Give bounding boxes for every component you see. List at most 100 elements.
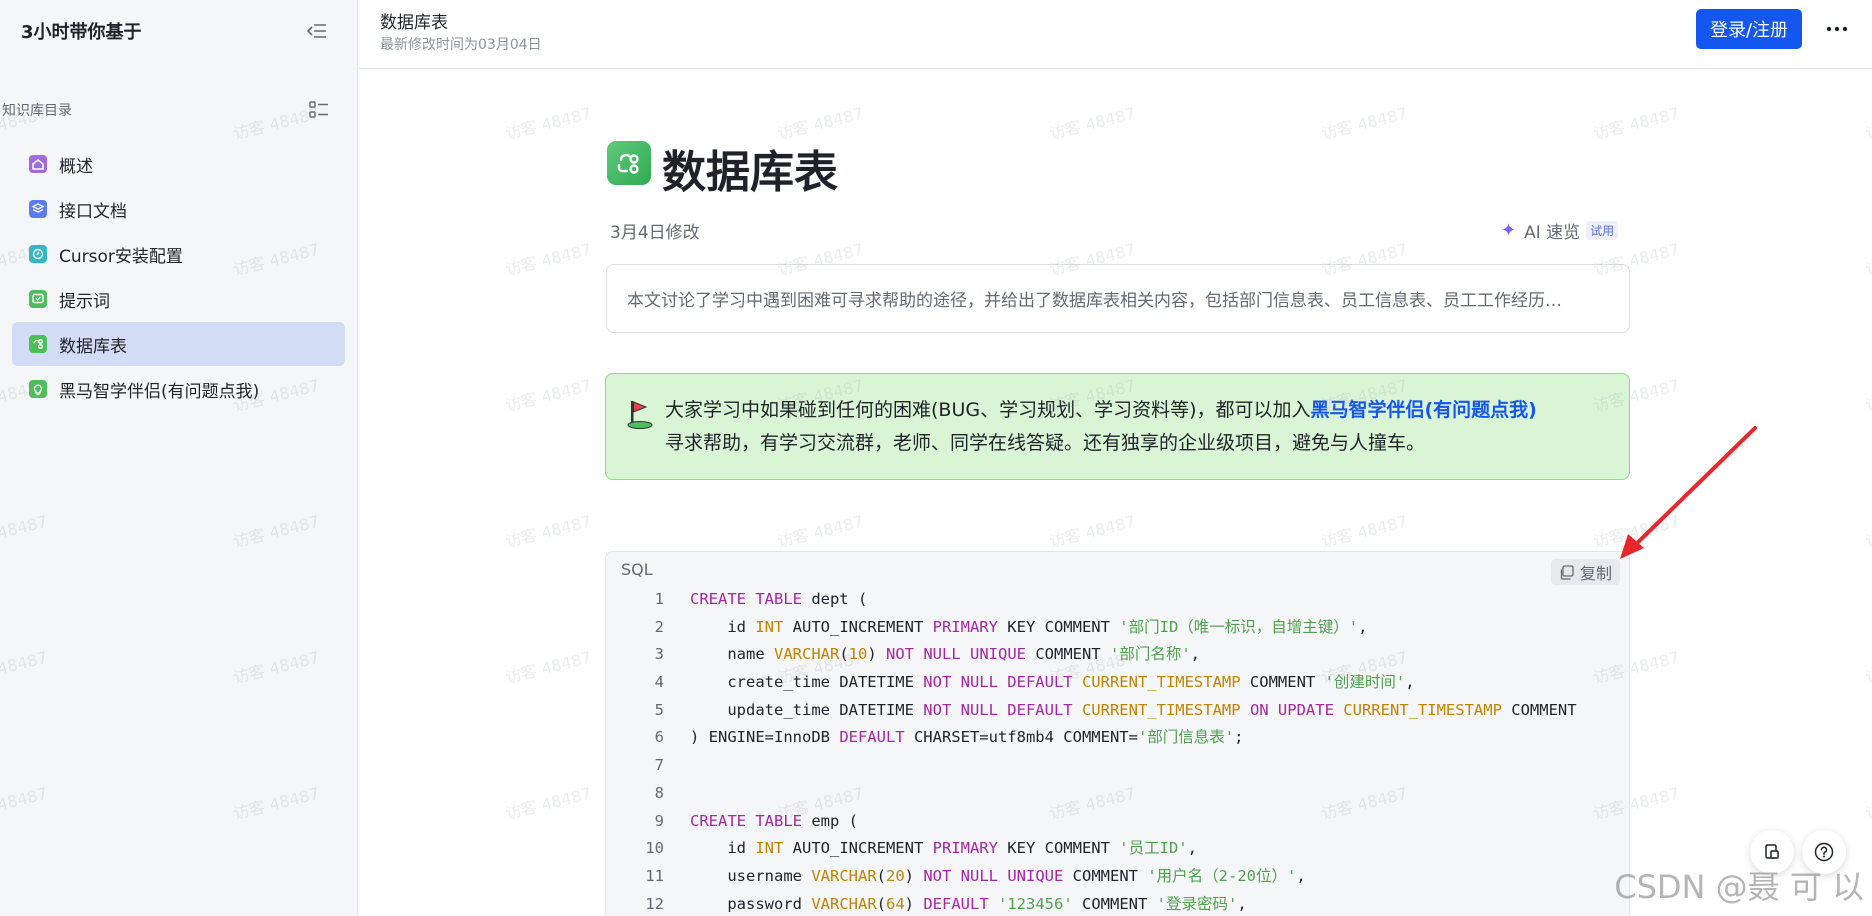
code-token: (	[839, 645, 849, 664]
copy-label: 复制	[1579, 564, 1612, 583]
line-number: 9	[654, 811, 664, 830]
code-line: 8	[606, 780, 1605, 808]
summary-text: 本文讨论了学习中遇到困难可寻求帮助的途径，并给出了数据库表相关内容，包括部门信息…	[627, 291, 1562, 311]
code-token: NOT NULL DEFAULT	[923, 700, 1073, 719]
share-doc-icon	[29, 335, 47, 353]
code-token: '123456'	[998, 894, 1073, 913]
sidebar-item-label: 接口文档	[59, 201, 127, 222]
code-token: (	[876, 866, 886, 885]
code-line: 2 id INT AUTO_INCREMENT PRIMARY KEY COMM…	[606, 614, 1605, 642]
code-text: CREATE TABLE emp (	[664, 808, 858, 836]
visitor-watermark: 访客 48487	[1591, 103, 1682, 144]
code-text: CREATE TABLE dept (	[664, 586, 867, 614]
line-number: 2	[654, 617, 664, 636]
knowledge-base-title: 3小时带你基于	[21, 22, 142, 43]
collapse-sidebar-icon[interactable]	[305, 19, 329, 43]
code-token: INT	[755, 839, 784, 858]
code-token: emp (	[801, 811, 858, 830]
code-token: '用户名（2-20位）'	[1147, 866, 1297, 885]
visitor-watermark: 访客 48487	[1047, 511, 1138, 552]
top-bar: 数据库表 最新修改时间为03月04日 登录/注册	[359, 0, 1872, 69]
modified-date: 3月4日修改	[610, 223, 700, 243]
doc-breadcrumb-title: 数据库表	[380, 13, 448, 33]
more-options-icon[interactable]	[1822, 14, 1852, 44]
code-line: 9 CREATE TABLE emp (	[606, 808, 1605, 836]
code-text: id INT AUTO_INCREMENT PRIMARY KEY COMMEN…	[664, 835, 1197, 863]
code-token: username	[690, 866, 812, 885]
callout-text-2: 寻求帮助，有学习交流群，老师、同学在线答疑。还有独享的企业级项目，避免与人撞车。	[665, 432, 1426, 454]
ai-quick-read-button[interactable]: ✦ AI 速览 试用	[1501, 218, 1619, 243]
sidebar-section-header: 知识库目录	[0, 62, 357, 136]
visitor-watermark: 访客 48487	[1863, 240, 1872, 280]
line-number: 6	[654, 728, 664, 747]
code-token: PRIMARY	[932, 839, 998, 858]
code-token: COMMENT	[1072, 894, 1157, 913]
code-token: id	[690, 839, 756, 858]
code-token: DEFAULT	[923, 894, 989, 913]
code-token: ,	[1358, 617, 1368, 636]
sidebar-header: 3小时带你基于	[0, 0, 357, 62]
code-token: VARCHAR	[811, 894, 877, 913]
code-token: ,	[1405, 673, 1415, 692]
line-number: 1	[654, 590, 664, 608]
code-text: id INT AUTO_INCREMENT PRIMARY KEY COMMEN…	[664, 614, 1367, 642]
code-token: KEY COMMENT	[997, 617, 1120, 636]
compass-doc-icon	[29, 245, 47, 263]
red-arrow-annotation	[1620, 426, 1757, 559]
code-token: ,	[1296, 866, 1306, 885]
visitor-watermark: 访客 48487	[1863, 784, 1872, 824]
visitor-watermark: 访客 48487	[1863, 104, 1872, 144]
layers-doc-icon	[29, 200, 47, 218]
sidebar-item-label: 概述	[59, 156, 93, 177]
sidebar-item[interactable]: 接口文档	[12, 187, 345, 231]
code-token: COMMENT	[1240, 673, 1325, 692]
code-token: CHARSET=utf8mb4 COMMENT=	[904, 728, 1138, 747]
ai-summary-box[interactable]: 本文讨论了学习中遇到困难可寻求帮助的途径，并给出了数据库表相关内容，包括部门信息…	[606, 264, 1630, 333]
code-token: password	[690, 894, 812, 913]
visitor-watermark: 访客 48487	[1319, 103, 1410, 144]
visitor-watermark: 访客 48487	[503, 103, 594, 144]
visitor-watermark: 访客 48487	[1863, 648, 1872, 688]
outline-list-icon[interactable]	[307, 98, 331, 122]
code-token: AUTO_INCREMENT	[783, 617, 933, 636]
code-token: )	[904, 894, 924, 913]
csdn-watermark: CSDN @聂 可 以	[1614, 868, 1864, 906]
visitor-watermark: 访客 48487	[503, 647, 594, 688]
code-token: AUTO_INCREMENT	[783, 839, 933, 858]
sidebar-item[interactable]: 黑马智学伴侣(有问题点我)	[12, 367, 345, 411]
code-token: DEFAULT	[839, 728, 905, 747]
code-text: name VARCHAR(10) NOT NULL UNIQUE COMMENT…	[664, 641, 1200, 669]
code-token: NOT NULL DEFAULT	[923, 673, 1073, 692]
visitor-watermark: 访客 48487	[503, 375, 594, 416]
code-token: update_time DATETIME	[690, 700, 924, 719]
code-language-label: SQL	[621, 560, 653, 579]
sidebar-item[interactable]: 提示词	[12, 277, 345, 321]
code-token: PRIMARY	[932, 617, 998, 636]
sidebar-item[interactable]: Cursor安装配置	[12, 232, 345, 276]
section-label: 知识库目录	[2, 103, 72, 119]
sidebar-item-label: 黑马智学伴侣(有问题点我)	[59, 381, 260, 402]
code-token: ,	[1237, 894, 1247, 913]
code-line: 3 name VARCHAR(10) NOT NULL UNIQUE COMME…	[606, 641, 1605, 669]
code-line: 6 ) ENGINE=InnoDB DEFAULT CHARSET=utf8mb4…	[606, 724, 1605, 752]
login-register-button[interactable]: 登录/注册	[1696, 9, 1802, 49]
help-icon	[1814, 842, 1834, 862]
sidebar-item[interactable]: 数据库表	[12, 322, 345, 366]
code-text: update_time DATETIME NOT NULL DEFAULT CU…	[664, 697, 1576, 725]
code-text: username VARCHAR(20) NOT NULL UNIQUE COM…	[664, 863, 1306, 891]
trial-badge: 试用	[1586, 221, 1619, 240]
chat-doc-icon	[29, 290, 47, 308]
visitor-watermark: 访客 48487	[775, 511, 866, 552]
sidebar-doc-list: 概述接口文档 Cursor安装配置 提示词 数据库表黑马智学伴侣(有问题点我)	[0, 136, 357, 411]
code-line: 11 username VARCHAR(20) NOT NULL UNIQUE …	[606, 863, 1605, 891]
sidebar-item[interactable]: 概述	[12, 142, 345, 186]
visitor-watermark: 访客 48487	[1047, 103, 1138, 144]
code-token: ) ENGINE=InnoDB	[690, 728, 840, 747]
code-token: CURRENT_TIMESTAMP	[1081, 673, 1241, 692]
code-token: )	[867, 645, 887, 664]
visitor-watermark: 访客 48487	[503, 511, 594, 552]
callout-link[interactable]: 黑马智学伴侣(有问题点我)	[1311, 399, 1537, 421]
